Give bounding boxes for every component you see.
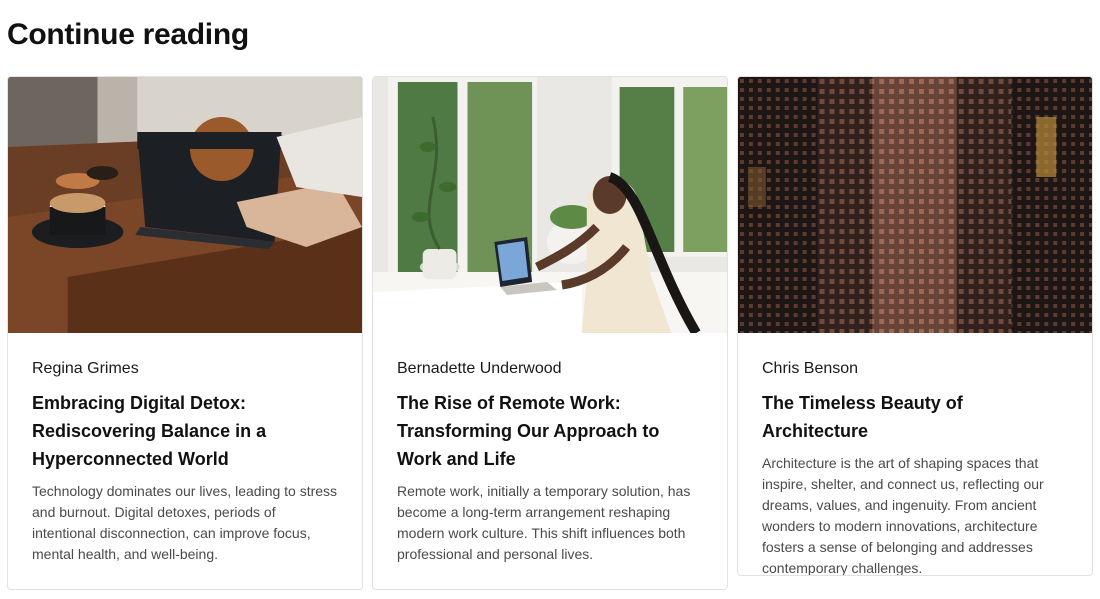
architecture-image [738, 77, 1092, 333]
card-title[interactable]: The Timeless Beauty of Architecture [762, 389, 1068, 445]
card-title[interactable]: The Rise of Remote Work: Transforming Ou… [397, 389, 703, 473]
card-excerpt: Technology dominates our lives, leading … [32, 483, 338, 562]
coffee-tablet-image [8, 77, 362, 333]
card-title[interactable]: Embracing Digital Detox: Rediscovering B… [32, 389, 338, 473]
article-card[interactable]: Chris Benson The Timeless Beauty of Arch… [737, 76, 1093, 576]
continue-reading-section: Continue reading Regina Grimes Embracing… [0, 0, 1100, 599]
card-author: Regina Grimes [32, 360, 139, 377]
section-title: Continue reading [7, 18, 249, 51]
remote-work-image [373, 77, 727, 333]
article-card[interactable]: Bernadette Underwood The Rise of Remote … [372, 76, 728, 590]
card-author: Chris Benson [762, 360, 859, 377]
card-excerpt: Remote work, initially a temporary solut… [397, 483, 691, 562]
card-list: Regina Grimes Embracing Digital Detox: R… [7, 76, 1093, 590]
article-card[interactable]: Regina Grimes Embracing Digital Detox: R… [7, 76, 363, 590]
article-image[interactable] [373, 77, 727, 333]
card-body: Bernadette Underwood The Rise of Remote … [373, 333, 727, 565]
card-author: Bernadette Underwood [397, 360, 562, 377]
article-image[interactable] [738, 77, 1092, 333]
card-excerpt: Architecture is the art of shaping space… [762, 455, 1044, 576]
article-image[interactable] [8, 77, 362, 333]
card-body: Regina Grimes Embracing Digital Detox: R… [8, 333, 362, 565]
card-body: Chris Benson The Timeless Beauty of Arch… [738, 333, 1092, 576]
